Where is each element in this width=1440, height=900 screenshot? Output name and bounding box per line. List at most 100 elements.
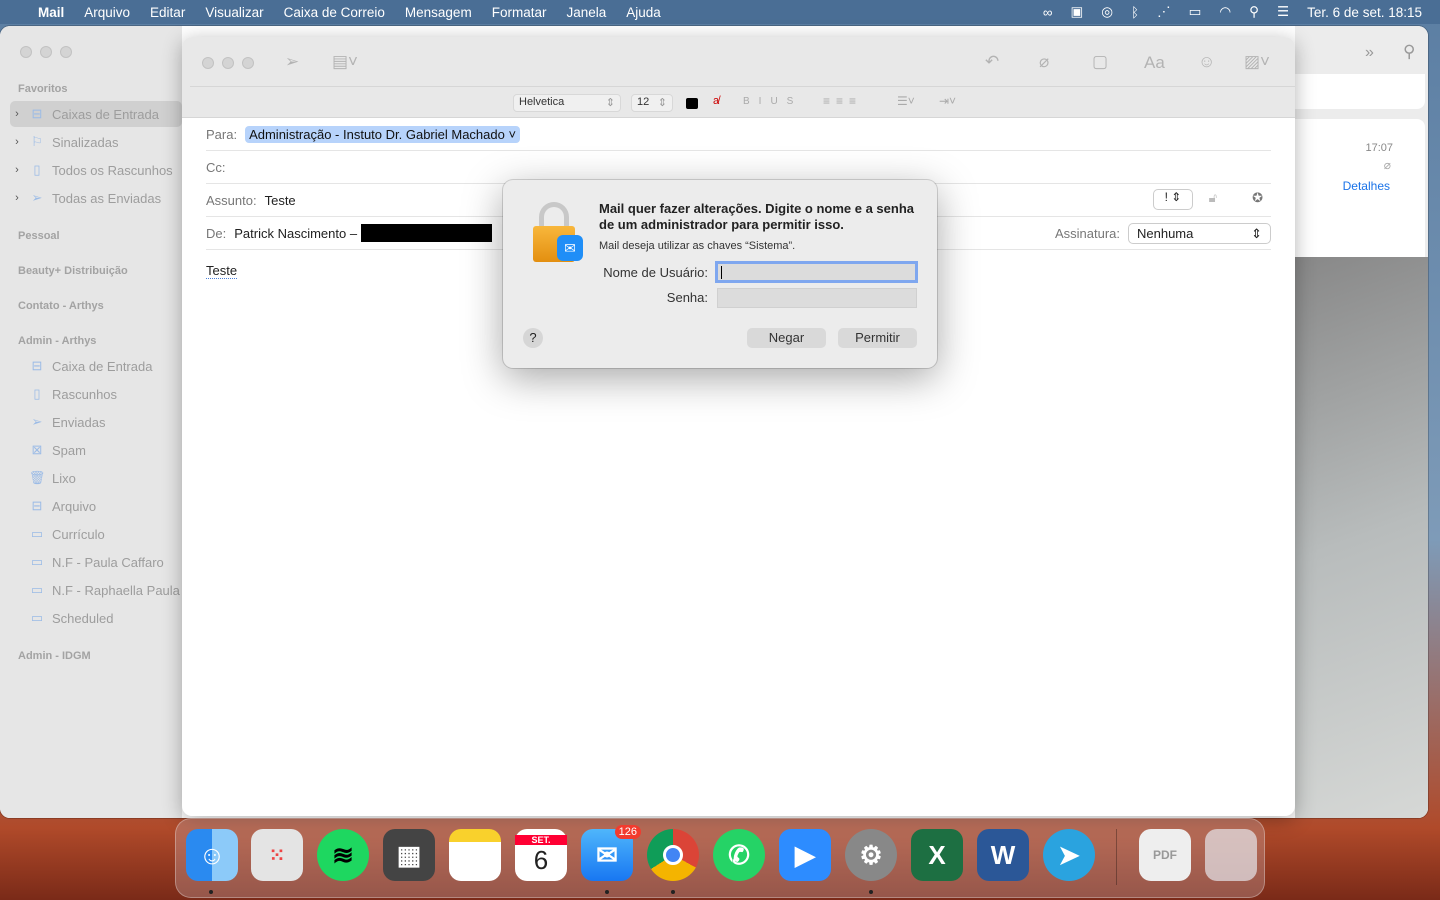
list-icon[interactable]: ☰˅: [897, 94, 915, 108]
menu-editar[interactable]: Editar: [150, 5, 185, 20]
bluetooth-icon[interactable]: ᛒ: [1131, 5, 1139, 20]
sidebar-item-admin-3[interactable]: ⊠ Spam: [10, 437, 182, 463]
menu-caixa-de-correio[interactable]: Caixa de Correio: [284, 5, 385, 20]
menu-visualizar[interactable]: Visualizar: [205, 5, 263, 20]
section-admin-idgm[interactable]: Admin - IDGM: [18, 650, 91, 662]
mail-icon[interactable]: ✉ 126: [581, 825, 641, 881]
send-icon[interactable]: ➢: [285, 52, 299, 72]
telegram-icon[interactable]: ➤: [1043, 829, 1095, 881]
sidebar-item-admin-1[interactable]: ▯ Rascunhos: [10, 381, 182, 407]
trash-icon[interactable]: [1205, 829, 1257, 881]
sidebar-item-admin-9[interactable]: ▭ Scheduled: [10, 605, 182, 631]
calculator-icon[interactable]: ▦: [383, 829, 435, 881]
notes-icon[interactable]: [449, 829, 501, 881]
details-link[interactable]: Detalhes: [1343, 179, 1390, 193]
wifi-icon[interactable]: ◠: [1219, 4, 1231, 20]
spotify-icon[interactable]: ≋: [317, 829, 369, 881]
whatsapp-icon[interactable]: ✆: [713, 829, 765, 881]
markup-icon[interactable]: ▢: [1092, 52, 1108, 72]
header-fields-icon[interactable]: ▤˅: [332, 52, 358, 72]
help-button[interactable]: ?: [523, 328, 543, 348]
launchpad-icon[interactable]: ⁙: [251, 829, 303, 881]
username-input[interactable]: [715, 261, 918, 283]
calendar-icon[interactable]: SET. 6: [515, 829, 567, 881]
battery-icon[interactable]: ▭: [1189, 4, 1202, 20]
sign-icon[interactable]: ✪: [1252, 190, 1263, 206]
recipient-token[interactable]: Administração - Instuto Dr. Gabriel Mach…: [245, 125, 521, 143]
clock[interactable]: Ter. 6 de set. 18:15: [1307, 5, 1422, 20]
creative-cloud-icon[interactable]: ∞: [1043, 5, 1053, 20]
chevron-right-icon[interactable]: ›: [10, 164, 24, 176]
menu-janela[interactable]: Janela: [566, 5, 606, 20]
message-viewer: » ⚲ 17:07 ⌀ Detalhes: [1295, 26, 1428, 818]
attach-icon[interactable]: ⌀: [1039, 52, 1049, 72]
style-buttons[interactable]: BIUS: [743, 96, 802, 107]
more-icon[interactable]: »: [1365, 44, 1374, 62]
close-button[interactable]: [20, 46, 32, 58]
dots-icon[interactable]: ⋰: [1157, 4, 1171, 20]
section-pessoal[interactable]: Pessoal: [18, 230, 60, 242]
menu-arquivo[interactable]: Arquivo: [84, 5, 130, 20]
reply-icon[interactable]: ↶: [985, 52, 999, 72]
sidebar-item-admin-8[interactable]: ▭ N.F - Raphaella Paula: [10, 577, 182, 603]
font-size-select[interactable]: 12 ⇕: [631, 94, 673, 112]
sidebar-item-admin-4[interactable]: 🗑︎ Lixo: [10, 465, 182, 491]
chevron-right-icon[interactable]: ›: [10, 108, 24, 120]
highlight-color-icon[interactable]: a̸: [713, 95, 719, 107]
format-button[interactable]: Aa: [1144, 53, 1165, 73]
to-field[interactable]: Para: Administração - Instuto Dr. Gabriel…: [206, 118, 1271, 151]
chevron-right-icon[interactable]: ›: [10, 136, 24, 148]
sidebar-item-admin-2[interactable]: ➢ Enviadas: [10, 409, 182, 435]
sidebar-item-inboxes[interactable]: › ⊟ Caixas de Entrada: [10, 101, 182, 127]
sidebar-item-flagged[interactable]: › ⚐ Sinalizadas: [10, 129, 182, 155]
from-value[interactable]: Patrick Nascimento –: [234, 226, 357, 241]
menu-app[interactable]: Mail: [38, 5, 64, 20]
airdrop-icon[interactable]: ◎: [1101, 4, 1113, 20]
zoom-icon[interactable]: ▶: [779, 829, 831, 881]
indent-icon[interactable]: ⇥˅: [939, 94, 956, 108]
lock-icon[interactable]: 🔓︎: [1209, 190, 1217, 206]
deny-button[interactable]: Negar: [747, 328, 826, 348]
zoom-button[interactable]: [60, 46, 72, 58]
word-icon[interactable]: W: [977, 829, 1029, 881]
message-body[interactable]: Teste: [206, 263, 238, 279]
sidebar-item-admin-5[interactable]: ⊟ Arquivo: [10, 493, 182, 519]
allow-button[interactable]: Permitir: [838, 328, 917, 348]
password-input[interactable]: [717, 288, 917, 308]
chrome-icon[interactable]: [647, 829, 699, 881]
sidebar-item-admin-6[interactable]: ▭ Currículo: [10, 521, 182, 547]
priority-select[interactable]: ! ⇕: [1153, 189, 1193, 210]
sidebar-item-sent[interactable]: › ➢ Todas as Enviadas: [10, 185, 182, 211]
display-icon[interactable]: ▣: [1070, 4, 1083, 20]
minimize-button[interactable]: [222, 57, 234, 69]
menu-formatar[interactable]: Formatar: [492, 5, 547, 20]
sidebar-item-admin-7[interactable]: ▭ N.F - Paula Caffaro: [10, 549, 182, 575]
system-preferences-icon[interactable]: ⚙: [845, 829, 897, 881]
pdf-document-icon[interactable]: PDF: [1139, 829, 1191, 881]
emoji-icon[interactable]: ☺: [1198, 52, 1215, 72]
menu-mensagem[interactable]: Mensagem: [405, 5, 472, 20]
menu-ajuda[interactable]: Ajuda: [626, 5, 661, 20]
search-icon[interactable]: ⚲: [1403, 42, 1415, 62]
sidebar-item-admin-0[interactable]: ⊟ Caixa de Entrada: [10, 353, 182, 379]
photo-browser-icon[interactable]: ▨˅: [1244, 52, 1270, 72]
section-contato[interactable]: Contato - Arthys: [18, 300, 104, 312]
search-icon[interactable]: ⚲: [1249, 4, 1259, 20]
chevron-right-icon[interactable]: ›: [10, 192, 24, 204]
section-beauty[interactable]: Beauty+ Distribuição: [18, 265, 128, 277]
align-buttons[interactable]: ≡≡≡: [823, 94, 862, 108]
message-card[interactable]: [1295, 74, 1425, 109]
control-center-icon[interactable]: ☰: [1277, 4, 1289, 20]
font-select[interactable]: Helvetica ⇕: [513, 94, 621, 112]
mail-badge: 126: [614, 825, 641, 839]
sidebar-item-drafts[interactable]: › ▯ Todos os Rascunhos: [10, 157, 182, 183]
close-button[interactable]: [202, 57, 214, 69]
text-color-swatch[interactable]: [686, 98, 698, 109]
finder-icon[interactable]: ☺: [186, 829, 238, 881]
section-admin-arthys[interactable]: Admin - Arthys: [18, 335, 96, 347]
minimize-button[interactable]: [40, 46, 52, 58]
zoom-button[interactable]: [242, 57, 254, 69]
excel-icon[interactable]: X: [911, 829, 963, 881]
signature-select[interactable]: Nenhuma ⇕: [1128, 222, 1271, 244]
calendar-day: 6: [533, 844, 549, 875]
